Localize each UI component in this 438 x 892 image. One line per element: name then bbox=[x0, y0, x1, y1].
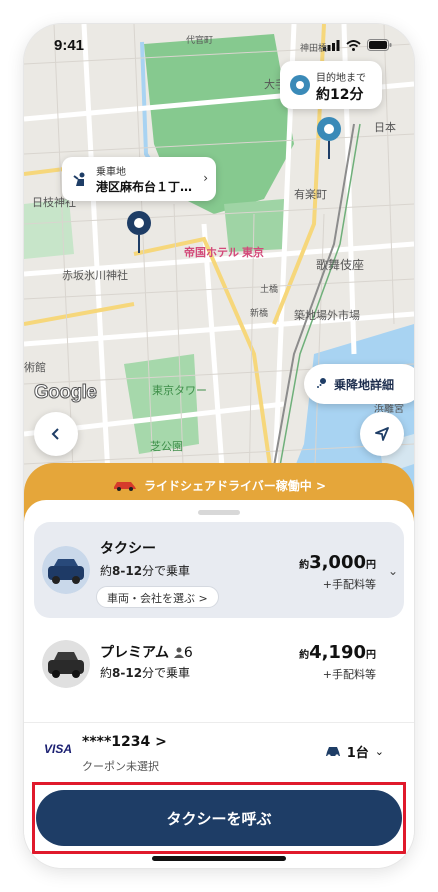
sheet-grabber[interactable] bbox=[198, 510, 240, 515]
map-label-jutsu: 術館 bbox=[24, 362, 46, 374]
map-label-nisshin: 日本 bbox=[374, 122, 396, 134]
map-label-shiba-park: 芝公園 bbox=[150, 441, 183, 453]
sheet-divider bbox=[24, 722, 414, 723]
option-taxi-price: 約3,000円 bbox=[299, 552, 376, 573]
select-vehicle-company-button[interactable]: 車両・会社を選ぶ > bbox=[96, 586, 219, 608]
visa-logo: VISA bbox=[44, 742, 73, 756]
home-indicator[interactable] bbox=[152, 856, 286, 861]
destination-label: 目的地まで bbox=[316, 73, 366, 84]
premium-car-icon bbox=[42, 640, 90, 688]
rideshare-banner-label: ライドシェアドライバー稼働中 > bbox=[144, 479, 326, 493]
pickup-card[interactable]: 乗車地 港区麻布台１丁… › bbox=[62, 157, 216, 201]
pin-dots-icon bbox=[316, 377, 328, 392]
app-screen: 9:41 神田橋 代官町 帝国ホテル 東京 歌舞伎座 築地場外市場 赤坂氷川神社… bbox=[24, 24, 414, 868]
google-logo: Google bbox=[33, 382, 97, 404]
call-taxi-button[interactable]: タクシーを呼ぶ bbox=[36, 790, 402, 846]
chevron-down-icon[interactable]: ⌄ bbox=[388, 564, 398, 578]
pickup-address: 港区麻布台１丁… bbox=[96, 180, 193, 194]
ride-options-sheet: タクシー 約8-12分で乗車 車両・会社を選ぶ > 約3,000円 +手配料等 … bbox=[24, 500, 414, 868]
rideshare-banner-text: ライドシェアドライバー稼働中 > bbox=[24, 477, 414, 494]
map-label-tokyo-tower: 東京タワー bbox=[152, 385, 207, 397]
payment-card-button[interactable]: ****1234 > bbox=[82, 734, 167, 750]
map-label-tsukiji: 築地場外市場 bbox=[294, 310, 360, 322]
option-premium-fee: +手配料等 bbox=[322, 668, 376, 681]
car-icon bbox=[325, 746, 340, 758]
chevron-left-icon bbox=[51, 428, 59, 440]
map-label-daikanmachi: 代官町 bbox=[186, 35, 214, 45]
destination-pin-icon bbox=[290, 75, 310, 95]
status-time: 9:41 bbox=[54, 37, 85, 54]
destination-pin-icon[interactable] bbox=[316, 116, 342, 160]
option-taxi-title: タクシー bbox=[100, 541, 156, 557]
option-taxi-eta: 約8-12分で乗車 bbox=[100, 564, 191, 578]
map-label-imperial-hotel: 帝国ホテル 東京 bbox=[184, 247, 265, 259]
taxi-car-icon bbox=[42, 546, 90, 594]
vehicle-count-selector[interactable]: 1台 ⌄ bbox=[325, 742, 384, 761]
map-label-akasaka: 赤坂氷川神社 bbox=[62, 270, 128, 282]
pickup-pin-icon[interactable] bbox=[126, 210, 152, 254]
coupon-status[interactable]: クーポン未選択 bbox=[82, 758, 159, 774]
option-premium-price: 約4,190円 bbox=[299, 642, 376, 663]
option-premium[interactable]: プレミアム 6 約8-12分で乗車 約4,190円 +手配料等 bbox=[34, 628, 404, 704]
map-label-station: 神田橋 bbox=[300, 43, 328, 53]
destination-card[interactable]: 目的地まで 約12分 bbox=[280, 61, 382, 109]
person-wave-icon bbox=[73, 172, 85, 186]
dropoff-details-button[interactable]: 乗降地詳細 bbox=[304, 364, 414, 404]
battery-icon bbox=[367, 39, 392, 51]
current-location-button[interactable] bbox=[360, 412, 404, 456]
pickup-label: 乗車地 bbox=[96, 167, 126, 178]
destination-duration: 約12分 bbox=[316, 87, 364, 103]
back-button[interactable] bbox=[34, 412, 78, 456]
status-icons bbox=[323, 39, 392, 51]
map-label-chiyoda: 土橋 bbox=[260, 284, 279, 294]
map-view[interactable]: 9:41 神田橋 代官町 帝国ホテル 東京 歌舞伎座 築地場外市場 赤坂氷川神社… bbox=[24, 24, 414, 494]
chevron-down-icon: ⌄ bbox=[374, 745, 384, 758]
option-premium-title: プレミアム 6 bbox=[100, 645, 193, 661]
chevron-right-icon: › bbox=[203, 171, 208, 185]
vehicle-count-label: 1台 bbox=[346, 746, 369, 761]
red-car-icon bbox=[114, 482, 136, 491]
option-premium-eta: 約8-12分で乗車 bbox=[100, 666, 191, 680]
option-taxi-fee: +手配料等 bbox=[322, 578, 376, 591]
dropoff-details-label: 乗降地詳細 bbox=[334, 377, 395, 392]
navigation-arrow-icon bbox=[375, 427, 389, 441]
wifi-icon bbox=[346, 39, 361, 51]
person-icon bbox=[173, 647, 184, 658]
option-taxi[interactable]: タクシー 約8-12分で乗車 車両・会社を選ぶ > 約3,000円 +手配料等 … bbox=[34, 522, 404, 618]
map-label-kabukiza: 歌舞伎座 bbox=[316, 258, 365, 272]
map-label-shinbashi: 新橋 bbox=[250, 308, 269, 318]
payment-row: VISA ****1234 > クーポン未選択 1台 ⌄ bbox=[24, 730, 414, 782]
map-label-yurakucho: 有楽町 bbox=[294, 189, 327, 201]
